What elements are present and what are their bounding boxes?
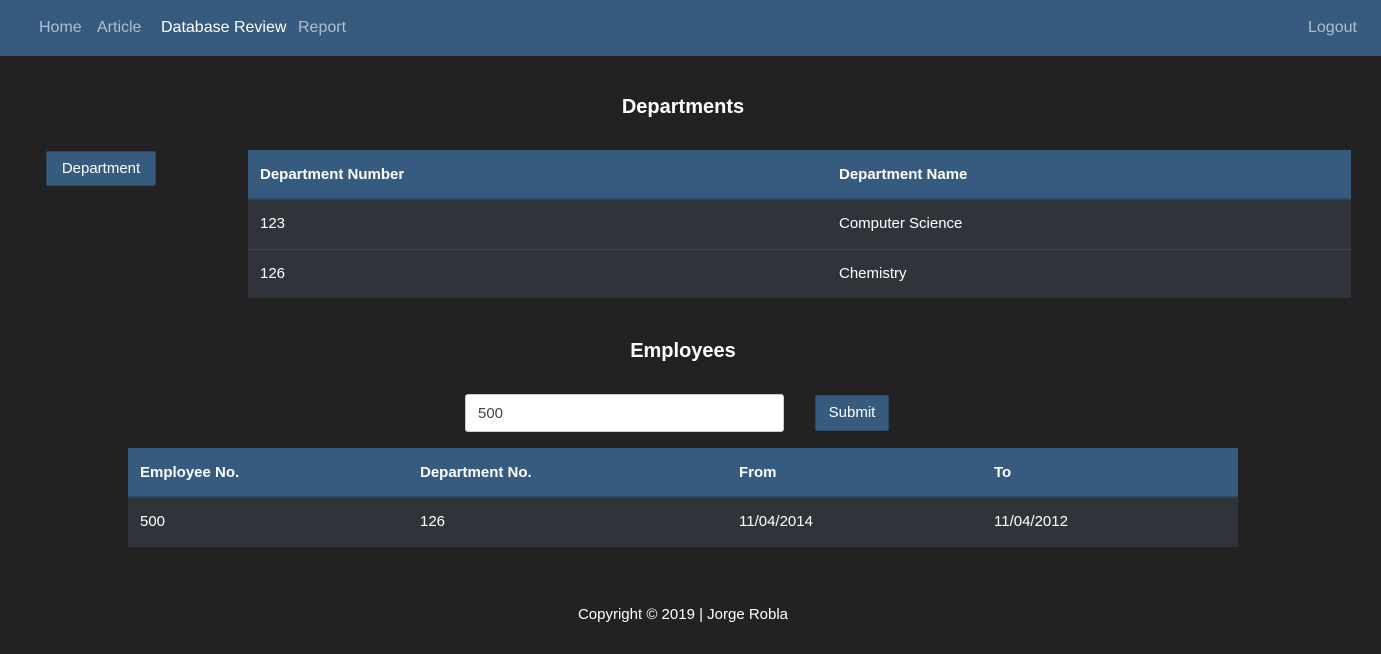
nav-item-article[interactable]: Article [97, 18, 141, 38]
table-row: 126 Chemistry [248, 249, 1351, 298]
column-header-to: To [994, 464, 1012, 481]
submit-button[interactable]: Submit [815, 395, 889, 431]
departments-table-header: Department Number Department Name [248, 150, 1351, 200]
departments-title: Departments [621, 96, 745, 118]
department-number-cell: 123 [260, 215, 286, 232]
nav-item-database-review[interactable]: Database Review [161, 18, 286, 38]
department-no-cell: 126 [420, 513, 446, 530]
nav-item-report[interactable]: Report [298, 18, 346, 38]
column-header-employee-no: Employee No. [140, 464, 240, 481]
column-header-from: From [739, 464, 777, 481]
footer-copyright: Copyright © 2019 | Jorge Robla [577, 606, 789, 623]
to-date-cell: 11/04/2012 [994, 513, 1068, 530]
table-row: 500 126 11/04/2014 11/04/2012 [128, 498, 1238, 547]
nav-item-home[interactable]: Home [39, 18, 82, 38]
column-header-department-no: Department No. [420, 464, 532, 481]
employees-table-header: Employee No. Department No. From To [128, 448, 1238, 498]
employees-title: Employees [630, 340, 736, 362]
department-number-cell: 126 [260, 265, 286, 282]
column-header-department-name: Department Name [839, 166, 968, 183]
departments-table: Department Number Department Name 123 Co… [248, 150, 1351, 298]
department-name-cell: Computer Science [839, 215, 963, 232]
column-header-department-number: Department Number [260, 166, 405, 183]
department-button[interactable]: Department [46, 151, 156, 186]
employees-table: Employee No. Department No. From To 500 … [128, 448, 1238, 547]
table-row: 123 Computer Science [248, 200, 1351, 249]
top-navbar: Home Article Database Review Report Logo… [0, 0, 1381, 56]
from-date-cell: 11/04/2014 [739, 513, 813, 530]
employee-search-input[interactable] [465, 394, 784, 432]
department-name-cell: Chemistry [839, 265, 907, 282]
employee-no-cell: 500 [140, 513, 166, 530]
logout-link[interactable]: Logout [1308, 18, 1357, 38]
